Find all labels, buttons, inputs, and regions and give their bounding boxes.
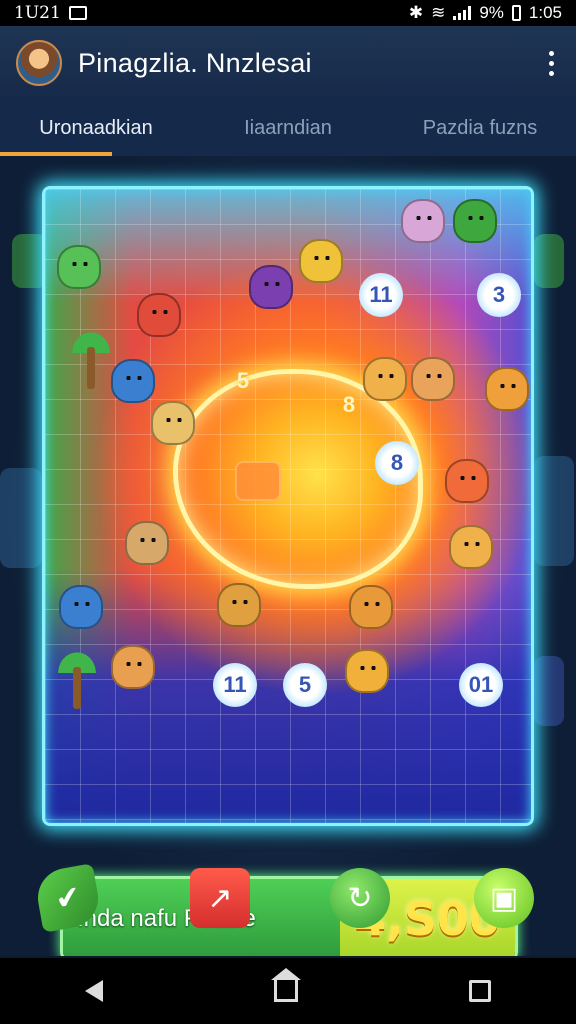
- score-banner: Ihda nafu Puzzle 4,S00: [60, 876, 518, 956]
- notification-icon: [68, 6, 87, 20]
- number-badge[interactable]: 01: [459, 663, 503, 707]
- puzzle-board[interactable]: 5 11 3 8 8 5 11 01: [42, 186, 534, 826]
- number-badge[interactable]: 3: [477, 273, 521, 317]
- critter-tile[interactable]: [485, 367, 529, 411]
- status-indicators: ✱ ≋ 9% 1:05: [409, 3, 562, 23]
- app-title: Pinagzlia. Nnzlesai: [78, 47, 312, 78]
- palm-tree-tile[interactable]: [53, 649, 101, 709]
- avatar[interactable]: [16, 40, 62, 86]
- critter-tile[interactable]: [411, 357, 455, 401]
- battery-percent: 9%: [479, 3, 504, 22]
- critter-tile[interactable]: [453, 199, 497, 243]
- critter-tile[interactable]: [249, 265, 293, 309]
- number-badge[interactable]: 11: [359, 273, 403, 317]
- number-badge[interactable]: 11: [213, 663, 257, 707]
- critter-tile[interactable]: [137, 293, 181, 337]
- critter-tile[interactable]: [125, 521, 169, 565]
- critter-tile[interactable]: [445, 459, 489, 503]
- camera-icon[interactable]: ▣: [474, 868, 534, 928]
- critter-tile[interactable]: [363, 357, 407, 401]
- battery-icon: [511, 5, 521, 21]
- signal-icon: [453, 6, 472, 20]
- wifi-icon: ≋: [431, 3, 446, 22]
- number-badge[interactable]: 5: [221, 359, 265, 403]
- palm-tree-tile[interactable]: [67, 329, 115, 389]
- status-time-left: 1U21: [14, 3, 61, 23]
- side-tile-right-1: [534, 234, 564, 288]
- critter-tile[interactable]: [299, 239, 343, 283]
- back-icon[interactable]: [85, 980, 104, 1002]
- app-bar: Pinagzlia. Nnzlesai: [0, 26, 576, 100]
- critter-tile[interactable]: [151, 401, 195, 445]
- tab-bar: Uronaadkian Iiaarndian Pazdia fuzns: [0, 100, 576, 156]
- refresh-icon[interactable]: ↻: [330, 868, 390, 928]
- critter-tile[interactable]: [449, 525, 493, 569]
- bluetooth-icon: ✱: [408, 3, 424, 22]
- kebab-menu-icon[interactable]: [543, 43, 560, 84]
- side-tile-left-2: [0, 468, 42, 568]
- nav-bar: [0, 958, 576, 1024]
- critter-tile[interactable]: [349, 585, 393, 629]
- share-icon[interactable]: ↗: [190, 868, 250, 928]
- status-time-right: 1:05: [528, 3, 562, 22]
- number-badge[interactable]: 8: [375, 441, 419, 485]
- critter-tile[interactable]: [217, 583, 261, 627]
- critter-tile[interactable]: [111, 645, 155, 689]
- critter-tile[interactable]: [345, 649, 389, 693]
- side-tile-right-3: [534, 656, 564, 726]
- home-icon[interactable]: [270, 968, 301, 1002]
- critter-tile[interactable]: [59, 585, 103, 629]
- play-area: 5 11 3 8 8 5 11 01 Ihda nafu Puzzle 4,S0…: [0, 156, 576, 956]
- number-badge[interactable]: 5: [283, 663, 327, 707]
- puzzle-piece-center[interactable]: [235, 461, 281, 501]
- critter-tile[interactable]: [401, 199, 445, 243]
- critter-tile[interactable]: [111, 359, 155, 403]
- tab-2[interactable]: Iiaarndian: [192, 100, 384, 156]
- tab-1[interactable]: Uronaadkian: [0, 100, 192, 156]
- status-bar: 1U21 ✱ ≋ 9% 1:05: [0, 0, 576, 26]
- critter-tile[interactable]: [57, 245, 101, 289]
- recents-icon[interactable]: [468, 980, 491, 1002]
- tab-3[interactable]: Pazdia fuzns: [384, 100, 576, 156]
- side-tile-right-2: [534, 456, 574, 566]
